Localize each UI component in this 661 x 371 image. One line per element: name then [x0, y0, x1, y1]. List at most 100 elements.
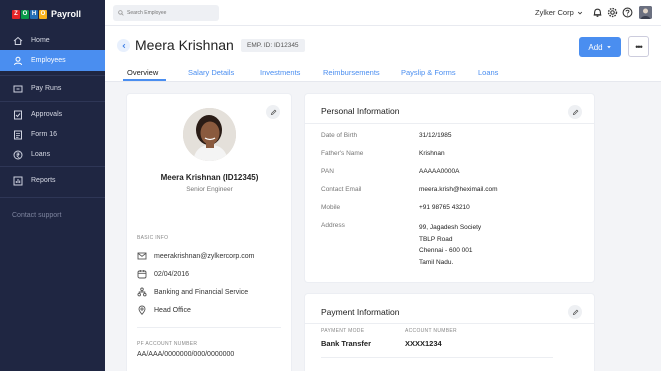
approvals-icon [12, 109, 23, 120]
sidebar-item-approvals[interactable]: Approvals [0, 104, 105, 125]
profile-photo [183, 108, 236, 161]
personal-information-card: Personal Information Date of Birth 31/12… [305, 94, 594, 282]
calendar-icon [137, 270, 147, 279]
zoho-logo-letters: Z O H O [12, 9, 48, 19]
search-icon [118, 10, 124, 16]
pencil-icon [572, 309, 578, 315]
logo-letter-o2: O [39, 9, 47, 19]
card-header-divider [305, 323, 594, 324]
reports-icon [12, 175, 23, 186]
contact-support-link[interactable]: Contact support [12, 212, 61, 219]
address-line-2: TBLP Road [419, 235, 453, 243]
account-number-label: ACCOUNT NUMBER [405, 328, 457, 334]
sidebar-item-label: Loans [31, 151, 51, 158]
sidebar-item-pay-runs[interactable]: Pay Runs [0, 78, 105, 99]
address-label: Address [321, 222, 345, 229]
pencil-icon [572, 109, 578, 115]
basic-info-label: BASIC INFO [137, 235, 169, 241]
add-button-label: Add [588, 42, 603, 52]
profile-department-row: Banking and Financial Service [137, 287, 248, 297]
profile-card: Meera Krishnan (ID12345) Senior Engineer… [127, 94, 291, 371]
logo-letter-z: Z [12, 9, 20, 19]
sidebar-item-form-16[interactable]: Form 16 [0, 124, 105, 145]
sidebar-item-reports[interactable]: Reports [0, 170, 105, 191]
dob-value: 31/12/1985 [419, 132, 452, 139]
user-icon [12, 55, 23, 66]
tab-overview[interactable]: Overview [127, 68, 158, 77]
father-name-value: Krishnan [419, 150, 445, 157]
tab-investments[interactable]: Investments [260, 68, 300, 77]
user-avatar[interactable] [639, 6, 652, 19]
caret-down-icon [606, 46, 611, 49]
personal-info-title: Personal Information [321, 106, 400, 116]
account-number-value: XXXX1234 [405, 339, 442, 348]
payrun-icon [12, 83, 23, 94]
chevron-left-icon [121, 43, 125, 48]
payment-information-card: Payment Information PAYMENT MODE Bank Tr… [305, 294, 594, 371]
search-box[interactable] [113, 5, 219, 21]
help-icon[interactable] [622, 7, 633, 18]
pf-account-row: AA/AAA/0000000/000/0000000 [137, 351, 234, 358]
pf-account-label: PF ACCOUNT NUMBER [137, 341, 198, 347]
org-switcher[interactable]: Zylker Corp [535, 8, 583, 17]
chevron-down-icon [577, 11, 582, 14]
pf-account-number: AA/AAA/0000000/000/0000000 [137, 351, 235, 358]
payment-mode-label: PAYMENT MODE [321, 328, 365, 334]
employee-id-badge: EMP. ID: ID12345 [241, 39, 305, 52]
tab-loans[interactable]: Loans [478, 68, 498, 77]
sidebar: Z O H O Payroll Home Employees Pay Runs … [0, 0, 105, 371]
sidebar-item-label: Reports [31, 177, 56, 184]
payment-info-title: Payment Information [321, 307, 400, 317]
search-input[interactable] [127, 10, 212, 16]
profile-department: Banking and Financial Service [154, 288, 249, 296]
edit-profile-button[interactable] [266, 105, 280, 119]
logo-letter-h: H [30, 9, 38, 19]
profile-job-title: Senior Engineer [186, 186, 233, 193]
tab-salary-details[interactable]: Salary Details [188, 68, 234, 77]
sidebar-item-label: Pay Runs [31, 85, 62, 92]
more-options-button[interactable]: ••• [628, 36, 649, 57]
active-tab-indicator [123, 79, 166, 81]
profile-divider [137, 327, 281, 328]
sidebar-item-loans[interactable]: Loans [0, 144, 105, 165]
back-button[interactable] [117, 39, 130, 52]
bell-icon[interactable] [592, 7, 603, 18]
profile-date-row: 02/04/2016 [137, 269, 189, 279]
sidebar-item-employees[interactable]: Employees [0, 50, 105, 71]
zoho-payroll-logo[interactable]: Z O H O Payroll [12, 8, 81, 20]
pencil-icon [270, 109, 276, 115]
home-icon [12, 35, 23, 46]
dob-label: Date of Birth [321, 132, 358, 139]
address-line-1: 99, Jagadesh Society [419, 224, 482, 231]
employee-header: Meera Krishnan EMP. ID: ID12345 Add ••• … [105, 26, 661, 82]
tab-payslip-forms[interactable]: Payslip & Forms [401, 68, 456, 77]
org-chart-icon [137, 287, 147, 297]
card-header-divider [305, 123, 594, 124]
page-title: Meera Krishnan [135, 37, 234, 53]
tab-reimbursements[interactable]: Reimbursements [323, 68, 380, 77]
father-name-label: Father's Name [321, 150, 364, 157]
profile-name: Meera Krishnan (ID12345) [160, 173, 259, 182]
sidebar-divider [0, 101, 105, 102]
payment-divider [321, 357, 553, 358]
loans-icon [12, 149, 23, 160]
topbar: Zylker Corp [105, 0, 661, 26]
sidebar-item-home[interactable]: Home [0, 30, 105, 51]
payment-mode-value: Bank Transfer [321, 339, 372, 348]
sidebar-divider [0, 197, 105, 198]
sidebar-item-label: Employees [31, 57, 66, 64]
mobile-label: Mobile [321, 204, 341, 211]
profile-location-row: Head Office [137, 305, 191, 315]
profile-email: meerakrishnan@zylkercorp.com [154, 252, 255, 260]
logo-text: Payroll [51, 9, 82, 19]
profile-join-date: 02/04/2016 [154, 270, 190, 278]
contact-email-value: meera.krish@heximail.com [419, 186, 498, 193]
edit-personal-info-button[interactable] [568, 105, 582, 119]
profile-email-row: meerakrishnan@zylkercorp.com [137, 251, 254, 261]
sidebar-item-label: Form 16 [31, 131, 58, 138]
add-button[interactable]: Add [579, 37, 621, 57]
edit-payment-info-button[interactable] [568, 305, 582, 319]
pan-label: PAN [321, 168, 334, 175]
logo-letter-o: O [21, 9, 29, 19]
gear-icon[interactable] [607, 7, 618, 18]
